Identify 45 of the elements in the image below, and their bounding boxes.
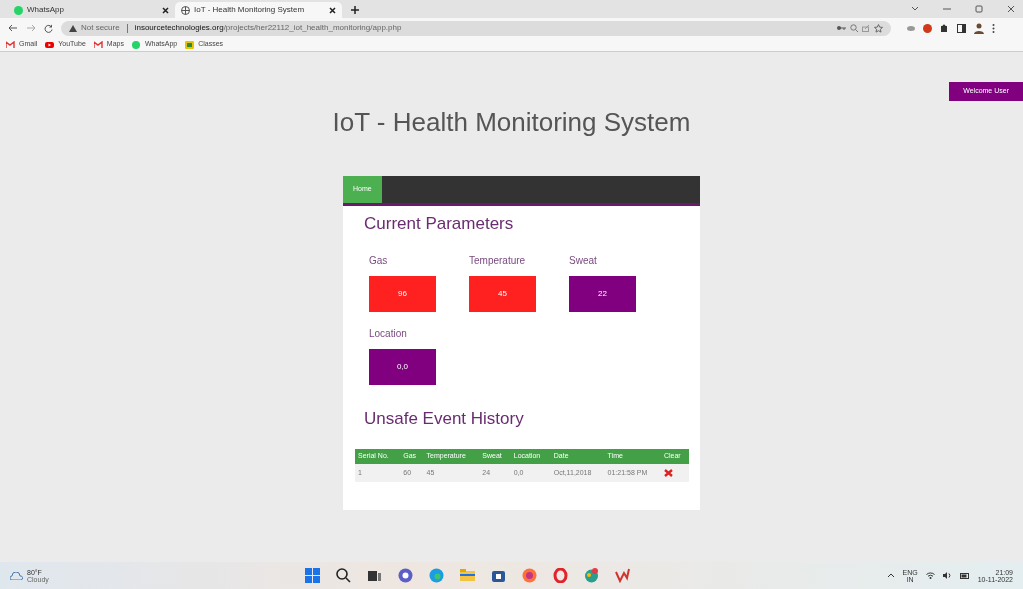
close-icon[interactable] [162, 6, 169, 14]
more-icon[interactable] [992, 23, 995, 33]
avatar-icon[interactable] [974, 22, 984, 34]
close-icon[interactable] [329, 6, 336, 14]
sidebar-icon[interactable] [957, 23, 966, 33]
browser-tab[interactable]: IoT - Health Monitoring System [175, 2, 342, 18]
parameter-label: Sweat [569, 253, 598, 268]
back-icon[interactable] [8, 24, 18, 32]
star-icon[interactable] [874, 23, 883, 33]
store-icon[interactable] [491, 568, 507, 583]
start-icon[interactable] [305, 568, 321, 583]
warning-icon [69, 24, 77, 32]
tab-title: WhatsApp [27, 4, 65, 16]
reload-icon[interactable] [44, 23, 53, 33]
parameter-value: 45 [469, 275, 536, 312]
speaker-icon[interactable] [942, 572, 952, 579]
task-view-icon[interactable] [367, 568, 383, 583]
section-heading: Unsafe Event History [363, 407, 525, 429]
key-icon[interactable] [837, 25, 846, 31]
restore-icon[interactable] [975, 5, 983, 13]
parameter-value: 96 [369, 275, 436, 312]
plus-icon[interactable] [350, 5, 360, 15]
section-heading: Current Parameters [363, 213, 515, 235]
chevron-down-icon[interactable] [911, 6, 919, 12]
x-icon[interactable] [663, 468, 673, 477]
parameter-label: Temperature [469, 253, 527, 268]
zoom-icon[interactable] [850, 24, 858, 32]
ring-icon[interactable] [553, 568, 569, 583]
address-field[interactable]: Not secure insourcetechnologies.org/projects/her22112_iot_health_monitoring/app.php [61, 20, 891, 36]
mail-icon [6, 40, 15, 49]
browser-tab[interactable]: WhatsApp [8, 2, 175, 18]
security-label: Not secure [81, 22, 120, 34]
mail-icon [93, 40, 103, 49]
wifi-icon[interactable] [925, 572, 935, 579]
parameter-label: Location [369, 326, 408, 341]
parameter-label: Gas [369, 253, 389, 268]
battery-icon[interactable] [959, 572, 970, 579]
page-title: IoT - Health Monitoring System [332, 107, 691, 139]
chevron-up-icon[interactable] [886, 573, 895, 578]
folder-icon[interactable] [460, 568, 476, 583]
search-icon[interactable] [336, 568, 352, 583]
tab-title: IoT - Health Monitoring System [194, 4, 306, 16]
parameter-value: 0,0 [369, 348, 436, 385]
url-text: insourcetechnologies.org/projects/her22112_iot_health_monitoring/app.php [134, 22, 402, 34]
parameter-value: 22 [569, 275, 636, 312]
